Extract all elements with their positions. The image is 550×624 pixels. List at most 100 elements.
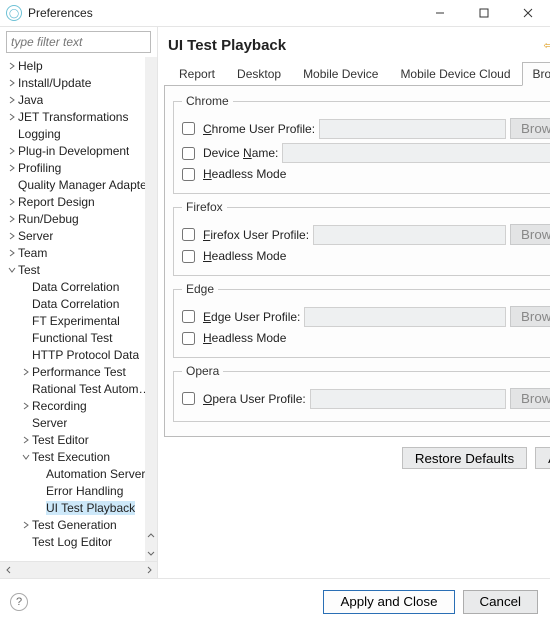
tree-item[interactable]: Profiling (2, 159, 157, 176)
chevron-right-icon[interactable] (20, 436, 32, 444)
tree-item[interactable]: Test (2, 261, 157, 278)
setting-label: Firefox User Profile: (203, 228, 309, 242)
tree-item[interactable]: Test Editor (2, 431, 157, 448)
cancel-button[interactable]: Cancel (463, 590, 539, 614)
tab-browser[interactable]: Browser (522, 62, 550, 86)
browse-button-ff_profile[interactable]: Browse (510, 224, 550, 245)
tree-item-label: Recording (32, 399, 87, 413)
chevron-down-icon[interactable] (6, 266, 18, 274)
window-title: Preferences (28, 6, 93, 20)
chevron-right-icon[interactable] (20, 402, 32, 410)
tree-item[interactable]: Error Handling (2, 482, 157, 499)
tree-item[interactable]: Run/Debug (2, 210, 157, 227)
checkbox-chrome_headless[interactable] (182, 168, 195, 181)
group-edge: EdgeEdge User Profile:BrowseHeadless Mod… (173, 282, 550, 358)
tree-item[interactable]: Quality Manager Adapter (2, 176, 157, 193)
tree-item[interactable]: Plug-in Development (2, 142, 157, 159)
chevron-right-icon[interactable] (20, 368, 32, 376)
tree-item[interactable]: Report Design (2, 193, 157, 210)
minimize-button[interactable] (418, 0, 462, 26)
chevron-right-icon[interactable] (6, 164, 18, 172)
tab-mobile-device[interactable]: Mobile Device (292, 62, 389, 86)
tree-item[interactable]: Rational Test Automation (2, 380, 157, 397)
tree-item[interactable]: Recording (2, 397, 157, 414)
checkbox-edge_headless[interactable] (182, 332, 195, 345)
tree-item-label: Data Correlation (32, 280, 119, 294)
tree-item[interactable]: Performance Test (2, 363, 157, 380)
group-legend: Edge (182, 282, 218, 296)
tree-item[interactable]: FT Experimental (2, 312, 157, 329)
back-icon[interactable]: ⇦ (543, 39, 550, 52)
tree-item[interactable]: Test Log Editor (2, 533, 157, 550)
page-title: UI Test Playback (168, 37, 543, 54)
apply-and-close-button[interactable]: Apply and Close (323, 590, 454, 614)
group-legend: Firefox (182, 200, 227, 214)
browse-button-opera_profile[interactable]: Browse (510, 388, 550, 409)
chevron-right-icon[interactable] (6, 62, 18, 70)
input-chrome_device[interactable] (282, 143, 550, 163)
scroll-left-icon[interactable] (0, 562, 17, 579)
input-edge_profile[interactable] (304, 307, 506, 327)
tree-item[interactable]: Test Execution (2, 448, 157, 465)
maximize-button[interactable] (462, 0, 506, 26)
tree-item[interactable]: Automation Server (2, 465, 157, 482)
checkbox-opera_profile[interactable] (182, 392, 195, 405)
apply-button[interactable]: Apply (535, 447, 550, 469)
checkbox-ff_headless[interactable] (182, 250, 195, 263)
tree-item[interactable]: Java (2, 91, 157, 108)
tree-item[interactable]: Data Correlation (2, 295, 157, 312)
tree-item[interactable]: HTTP Protocol Data (2, 346, 157, 363)
chevron-down-icon[interactable] (20, 453, 32, 461)
tree-item[interactable]: Help (2, 57, 157, 74)
filter-input[interactable] (6, 31, 151, 53)
tree-item[interactable]: Logging (2, 125, 157, 142)
chevron-right-icon[interactable] (20, 521, 32, 529)
input-opera_profile[interactable] (310, 389, 506, 409)
close-button[interactable] (506, 0, 550, 26)
tree-item-label: Test (18, 263, 40, 277)
tree-item[interactable]: Test Generation (2, 516, 157, 533)
checkbox-chrome_device[interactable] (182, 147, 195, 160)
tree-item[interactable]: Functional Test (2, 329, 157, 346)
tab-mobile-device-cloud[interactable]: Mobile Device Cloud (389, 62, 521, 86)
tree-item-label: UI Test Playback (46, 501, 135, 515)
chevron-right-icon[interactable] (6, 232, 18, 240)
scroll-right-icon[interactable] (140, 562, 157, 579)
tree-item-label: HTTP Protocol Data (32, 348, 139, 362)
setting-row-ff_headless: Headless Mode (182, 249, 550, 263)
checkbox-ff_profile[interactable] (182, 228, 195, 241)
tree-item[interactable]: JET Transformations (2, 108, 157, 125)
chevron-right-icon[interactable] (6, 96, 18, 104)
browse-button-edge_profile[interactable]: Browse (510, 306, 550, 327)
input-chrome_profile[interactable] (319, 119, 506, 139)
tree-item[interactable]: Team (2, 244, 157, 261)
checkbox-chrome_profile[interactable] (182, 122, 195, 135)
tab-report[interactable]: Report (168, 62, 226, 86)
tree-item[interactable]: UI Test Playback (2, 499, 157, 516)
browse-button-chrome_profile[interactable]: Browse (510, 118, 550, 139)
chevron-right-icon[interactable] (6, 79, 18, 87)
chevron-right-icon[interactable] (6, 215, 18, 223)
tree-item[interactable]: Server (2, 227, 157, 244)
preferences-tree[interactable]: HelpInstall/UpdateJavaJET Transformation… (0, 57, 157, 561)
tree-item[interactable]: Install/Update (2, 74, 157, 91)
chevron-right-icon[interactable] (6, 198, 18, 206)
tree-item[interactable]: Data Correlation (2, 278, 157, 295)
setting-label: Headless Mode (203, 167, 286, 181)
group-legend: Chrome (182, 94, 233, 108)
restore-defaults-button[interactable]: Restore Defaults (402, 447, 527, 469)
tree-item-label: Functional Test (32, 331, 113, 345)
tree-vertical-scrollbar[interactable] (145, 57, 157, 561)
tree-item-label: Plug-in Development (18, 144, 129, 158)
tab-desktop[interactable]: Desktop (226, 62, 292, 86)
tree-item[interactable]: Server (2, 414, 157, 431)
tree-horizontal-scrollbar[interactable] (0, 561, 157, 578)
tree-item-label: Performance Test (32, 365, 126, 379)
checkbox-edge_profile[interactable] (182, 310, 195, 323)
chevron-right-icon[interactable] (6, 147, 18, 155)
chevron-right-icon[interactable] (6, 113, 18, 121)
help-icon[interactable]: ? (10, 593, 28, 611)
setting-label: Opera User Profile: (203, 392, 306, 406)
input-ff_profile[interactable] (313, 225, 506, 245)
chevron-right-icon[interactable] (6, 249, 18, 257)
